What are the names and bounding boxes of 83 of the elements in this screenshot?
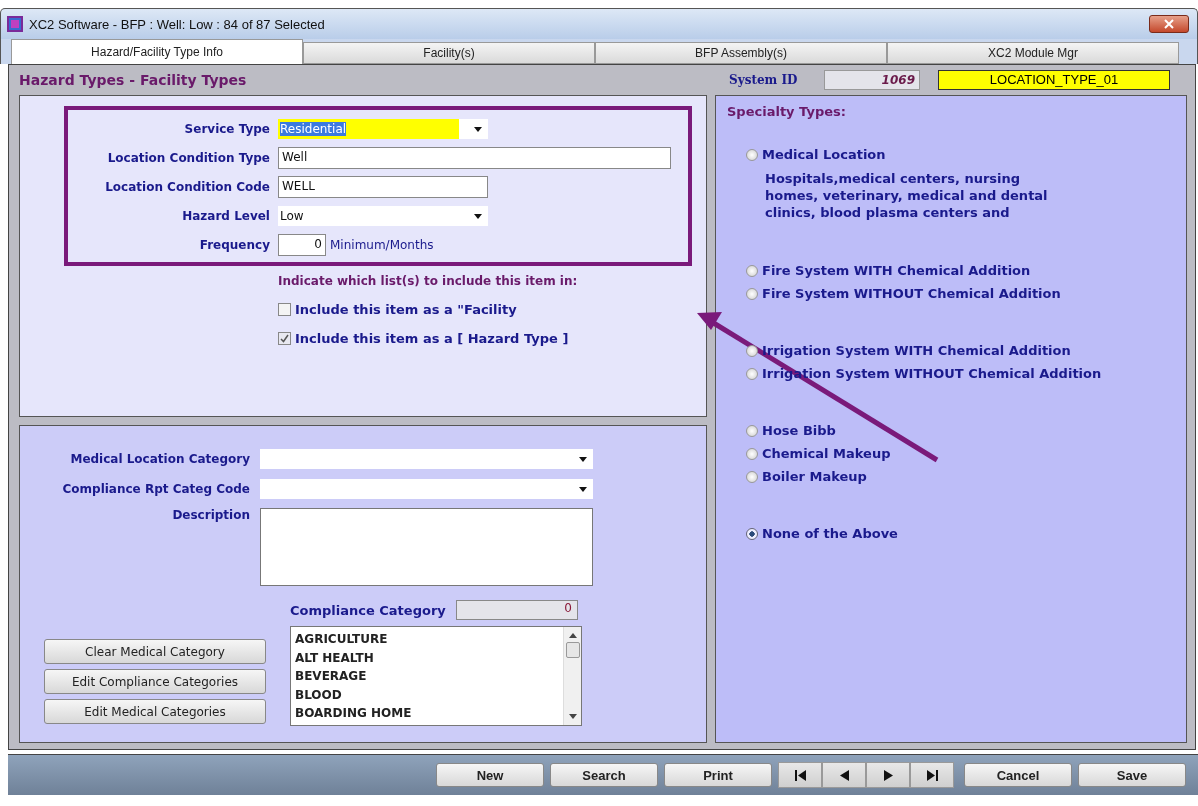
nav-first-icon [793, 769, 807, 781]
checkbox-label: Include this item as a [ Hazard Type ] [295, 331, 569, 346]
close-icon [1164, 19, 1174, 29]
radio-label: Chemical Makeup [762, 446, 891, 461]
text-field[interactable]: Well [278, 147, 671, 169]
tab[interactable]: BFP Assembly(s) [595, 42, 887, 64]
scroll-down-icon[interactable] [568, 714, 577, 719]
scroll-up-icon[interactable] [568, 633, 577, 638]
radio-label: Hose Bibb [762, 423, 836, 438]
radio-button[interactable] [746, 527, 758, 540]
radio-button[interactable] [746, 447, 758, 460]
dropdown-field[interactable] [260, 449, 593, 469]
last-record-button[interactable] [910, 762, 954, 788]
option-description: Hospitals,medical centers, nursing homes, veterinary, medical and dental clinics, blood plasma centers and [765, 170, 1049, 221]
toolbar-button[interactable]: Cancel [964, 763, 1072, 787]
toolbar-button[interactable]: New [436, 763, 544, 787]
tab[interactable]: XC2 Module Mgr [887, 42, 1179, 64]
radio-button[interactable] [746, 424, 758, 437]
dropdown-caret-icon [474, 213, 482, 219]
radio-label: Medical Location [762, 147, 886, 162]
field-label: Compliance Rpt Categ Code [61, 482, 250, 496]
dropdown-caret-icon [579, 456, 587, 462]
dropdown-field[interactable] [260, 479, 593, 499]
system-id-label: System ID [729, 73, 799, 87]
section-title: Hazard Types - Facility Types [19, 72, 248, 88]
nav-previous-icon [837, 769, 851, 781]
tab[interactable]: Facility(s) [303, 42, 595, 64]
checkbox[interactable] [278, 332, 291, 345]
dropdown-field[interactable]: Low [278, 206, 488, 226]
toolbar-button[interactable]: Search [550, 763, 658, 787]
tab[interactable]: Hazard/Facility Type Info [11, 39, 303, 64]
toolbar-button[interactable]: Save [1078, 763, 1186, 787]
system-id-field: 1069 [824, 70, 920, 90]
field-label: Frequency [198, 238, 270, 252]
radio-label: Fire System WITHOUT Chemical Addition [762, 286, 1061, 301]
location-type-code: LOCATION_TYPE_01 [938, 70, 1170, 90]
field-label: Description [171, 508, 250, 522]
field-label: Medical Location Category [69, 452, 250, 466]
list-item[interactable]: AGRICULTURE [295, 630, 559, 649]
include-prompt: Indicate which list(s) to include this item in: [278, 274, 579, 288]
scrollbar[interactable] [563, 627, 581, 725]
dropdown-field[interactable]: Residential [278, 119, 488, 139]
window-title: XC2 Software - BFP : Well: Low : 84 of 87 Selected [29, 16, 326, 32]
scroll-thumb[interactable] [565, 642, 580, 658]
unit-label: Minimum/Months [330, 238, 434, 252]
count-field: 0 [455, 600, 578, 620]
action-button[interactable]: Edit Medical Categories [44, 699, 266, 724]
nav-next-icon [881, 769, 895, 781]
text-field[interactable]: WELL [278, 176, 488, 198]
toolbar-button[interactable]: Print [664, 763, 772, 787]
list-item[interactable]: BEVERAGE [295, 667, 559, 686]
compliance-category-label: Compliance Category [290, 602, 446, 618]
field-label: Location Condition Type [106, 151, 270, 165]
field-label: Location Condition Code [104, 180, 270, 194]
number-field[interactable]: 0 [278, 234, 326, 256]
field-label: Hazard Level [181, 209, 270, 223]
action-button[interactable]: Edit Compliance Categories [44, 669, 266, 694]
app-logo-icon [7, 16, 23, 32]
specialty-title: Specialty Types: [727, 104, 847, 119]
list-item[interactable]: ALT HEALTH [295, 648, 559, 667]
first-record-button[interactable] [778, 762, 822, 788]
radio-label: Fire System WITH Chemical Addition [762, 263, 1031, 278]
action-button[interactable]: Clear Medical Category [44, 639, 266, 664]
radio-button[interactable] [746, 470, 758, 483]
radio-label: Boiler Makeup [762, 469, 867, 484]
radio-button[interactable] [746, 287, 758, 300]
close-button[interactable] [1149, 15, 1189, 33]
checkbox-label: Include this item as a "Facility [295, 302, 517, 317]
dropdown-caret-icon [474, 126, 482, 132]
radio-button[interactable] [746, 367, 758, 380]
radio-button[interactable] [746, 264, 758, 277]
nav-last-icon [925, 769, 939, 781]
previous-record-button[interactable] [822, 762, 866, 788]
list-item[interactable]: BLOOD [295, 685, 559, 704]
field-label: Service Type [183, 122, 270, 136]
radio-label: None of the Above [762, 526, 898, 541]
checkbox[interactable] [278, 303, 291, 316]
list-item[interactable]: BOARDING HOME [295, 704, 559, 723]
dropdown-caret-icon [579, 486, 587, 492]
description-field[interactable] [260, 508, 593, 586]
next-record-button[interactable] [866, 762, 910, 788]
radio-label: Irrigation System WITH Chemical Addition [762, 343, 1071, 358]
radio-button[interactable] [746, 148, 758, 161]
